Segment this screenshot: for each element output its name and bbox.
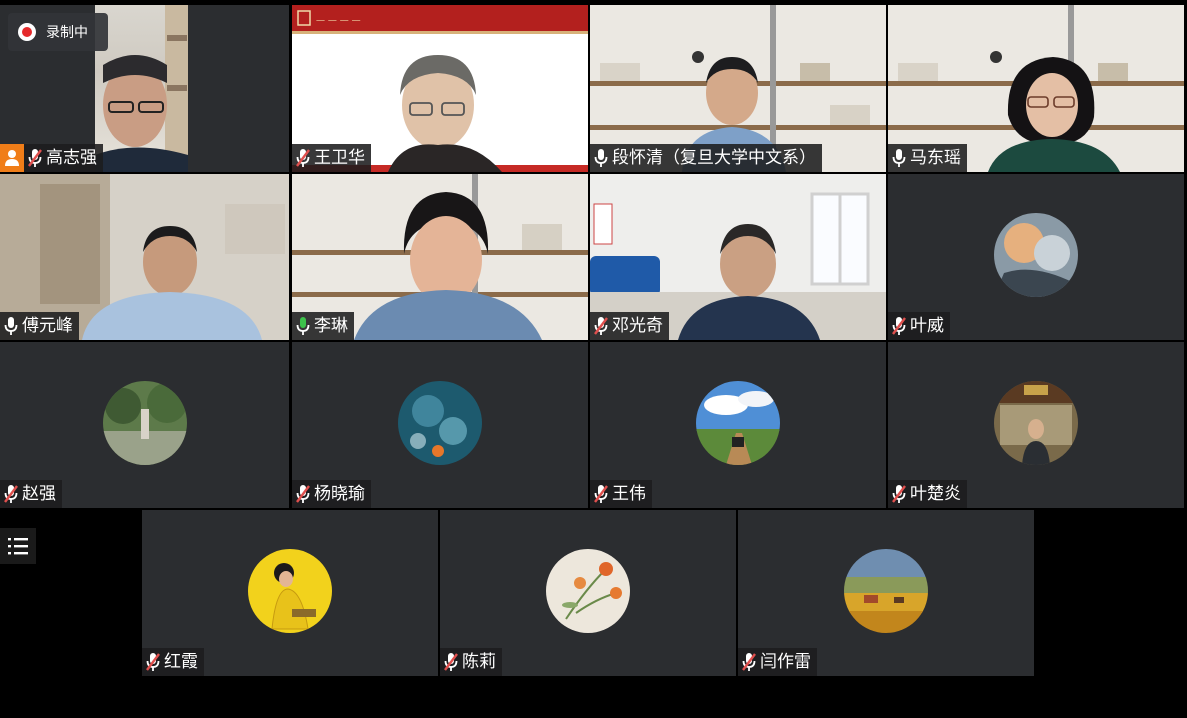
- recording-indicator[interactable]: 录制中: [8, 13, 108, 51]
- participant-nametag: 叶楚炎: [888, 480, 967, 508]
- mic-muted-icon: [593, 483, 609, 505]
- avatar: [398, 381, 482, 465]
- participant-tile[interactable]: 赵强: [0, 342, 289, 508]
- participant-nametag: 段怀清（复旦大学中文系）: [590, 144, 822, 172]
- participant-tile[interactable]: 段怀清（复旦大学中文系）: [590, 5, 886, 172]
- mic-muted-icon: [295, 483, 311, 505]
- participant-name: 邓光奇: [612, 316, 663, 336]
- avatar: [994, 381, 1078, 465]
- mic-icon: [594, 148, 608, 168]
- record-icon: [18, 23, 36, 41]
- participant-tile[interactable]: 红霞: [142, 510, 438, 676]
- participant-name: 马东瑶: [910, 148, 961, 168]
- participant-tile[interactable]: — — — — 王卫华: [292, 5, 588, 172]
- participant-name: 李琳: [314, 316, 348, 336]
- participant-name: 闫作雷: [760, 652, 811, 672]
- participant-list-icon: [8, 538, 28, 555]
- mic-muted-icon: [27, 147, 43, 169]
- svg-text:— — — —: — — — —: [316, 16, 361, 26]
- participant-tile[interactable]: 杨晓瑜: [292, 342, 588, 508]
- participant-nametag: 邓光奇: [590, 312, 669, 340]
- participant-nametag: 叶威: [888, 312, 950, 340]
- participant-nametag: 高志强: [0, 144, 103, 172]
- participant-name: 陈莉: [462, 652, 496, 672]
- participant-nametag: 赵强: [0, 480, 62, 508]
- participant-name: 傅元峰: [22, 316, 73, 336]
- participant-tile[interactable]: 陈莉: [440, 510, 736, 676]
- avatar: [248, 549, 332, 633]
- avatar: [994, 213, 1078, 297]
- participant-nametag: 红霞: [142, 648, 204, 676]
- mic-muted-icon: [593, 315, 609, 337]
- mic-muted-icon: [295, 147, 311, 169]
- participant-nametag: 王卫华: [292, 144, 371, 172]
- mic-speaking-icon: [296, 316, 310, 336]
- participant-name: 王伟: [612, 484, 646, 504]
- mic-muted-icon: [145, 651, 161, 673]
- recording-label: 录制中: [46, 25, 88, 41]
- participant-tile[interactable]: 闫作雷: [738, 510, 1034, 676]
- participant-tile[interactable]: 叶楚炎: [888, 342, 1184, 508]
- participant-tile[interactable]: 马东瑶: [888, 5, 1184, 172]
- participant-name: 杨晓瑜: [314, 484, 365, 504]
- participant-tile[interactable]: 傅元峰: [0, 174, 289, 340]
- participant-tile[interactable]: 王伟: [590, 342, 886, 508]
- participant-nametag: 傅元峰: [0, 312, 79, 340]
- participant-tile[interactable]: 叶威: [888, 174, 1184, 340]
- participant-name: 叶威: [910, 316, 944, 336]
- participant-name: 高志强: [46, 148, 97, 168]
- participant-tile[interactable]: 录制中 高志强: [0, 5, 289, 172]
- mic-icon: [892, 148, 906, 168]
- avatar: [546, 549, 630, 633]
- participant-nametag: 陈莉: [440, 648, 502, 676]
- participant-name: 赵强: [22, 484, 56, 504]
- avatar: [844, 549, 928, 633]
- participant-nametag: 马东瑶: [888, 144, 967, 172]
- mic-icon: [4, 316, 18, 336]
- participant-name: 段怀清（复旦大学中文系）: [612, 148, 816, 168]
- mic-muted-icon: [891, 483, 907, 505]
- participant-list-button[interactable]: [0, 528, 36, 564]
- mic-muted-icon: [891, 315, 907, 337]
- participant-name: 王卫华: [314, 148, 365, 168]
- mic-muted-icon: [741, 651, 757, 673]
- mic-muted-icon: [443, 651, 459, 673]
- participant-nametag: 李琳: [292, 312, 354, 340]
- participant-nametag: 杨晓瑜: [292, 480, 371, 508]
- participant-tile[interactable]: 邓光奇: [590, 174, 886, 340]
- avatar: [696, 381, 780, 465]
- mic-muted-icon: [3, 483, 19, 505]
- participant-name: 叶楚炎: [910, 484, 961, 504]
- participant-tile[interactable]: 李琳: [292, 174, 588, 340]
- participant-nametag: 闫作雷: [738, 648, 817, 676]
- participant-video: [95, 5, 188, 172]
- participant-name: 红霞: [164, 652, 198, 672]
- host-person-icon: [0, 144, 24, 172]
- avatar: [102, 381, 187, 465]
- participant-nametag: 王伟: [590, 480, 652, 508]
